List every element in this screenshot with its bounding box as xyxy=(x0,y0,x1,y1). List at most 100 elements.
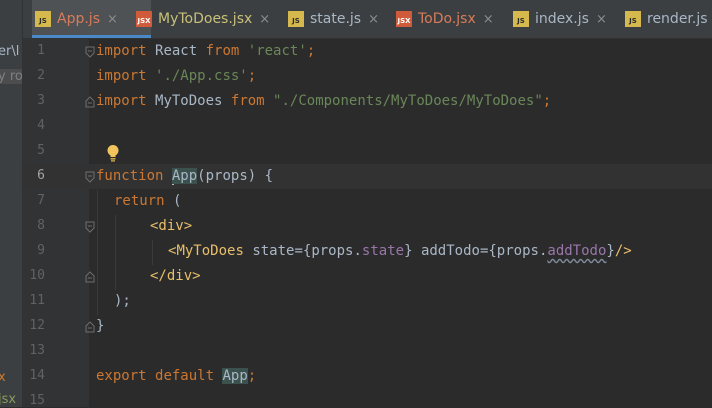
code-text: ={props. xyxy=(294,243,362,259)
fold-icon[interactable] xyxy=(85,171,95,183)
tab-label: render.js xyxy=(647,11,708,27)
indent-guide xyxy=(152,240,153,265)
identifier: MyToDoes xyxy=(155,93,223,109)
project-tree-fragment[interactable]: x xyxy=(0,370,6,385)
line-number: 9 xyxy=(37,243,45,258)
line-number: 14 xyxy=(29,368,45,383)
jsx-tag: </div> xyxy=(150,268,201,284)
close-icon[interactable]: × xyxy=(368,12,379,27)
string-literal: './App.css' xyxy=(155,68,248,84)
line-number: 8 xyxy=(37,218,45,233)
line-number: 1 xyxy=(37,43,45,58)
fold-icon[interactable] xyxy=(85,46,95,58)
line-number: 3 xyxy=(37,93,45,108)
tab-index-js[interactable]: JS index.js × xyxy=(513,0,618,38)
punctuation: ; xyxy=(247,368,257,384)
punctuation: ; xyxy=(542,93,552,109)
punctuation: ; xyxy=(247,68,257,84)
punctuation: ; xyxy=(306,43,316,59)
tab-label: MyToDoes.jsx xyxy=(158,11,253,27)
project-tree-fragment[interactable]: jsx xyxy=(0,392,16,407)
code-text: ={props. xyxy=(479,243,548,259)
tab-label: ToDo.jsx xyxy=(418,11,476,27)
jsx-tag: <div> xyxy=(150,218,193,234)
code-line-1[interactable]: import React from 'react'; xyxy=(96,39,315,64)
code-text: } xyxy=(404,243,413,259)
jsx-file-icon: JSX xyxy=(396,11,412,27)
code-line-10[interactable]: </div> xyxy=(150,264,201,289)
code-text: } xyxy=(606,243,615,259)
identifier-highlighted: App xyxy=(171,168,198,184)
close-icon[interactable]: × xyxy=(259,12,270,27)
identifier-highlighted: App xyxy=(222,368,248,384)
keyword: default xyxy=(155,368,215,384)
keyword: function xyxy=(96,168,164,184)
code-line-7[interactable]: return ( xyxy=(114,189,181,214)
code-line-3[interactable]: import MyToDoes from "./Components/MyToD… xyxy=(96,89,551,114)
indent-guide xyxy=(115,215,116,290)
editor-tab-bar: JS App.js × JSX MyToDoes.jsx × JS state.… xyxy=(23,0,712,39)
code-text: ( xyxy=(173,193,182,209)
code-line-11[interactable]: ); xyxy=(114,289,131,314)
string-literal: "./Components/MyToDoes/MyToDoes" xyxy=(273,93,543,109)
indent-guide xyxy=(97,190,98,315)
line-number: 2 xyxy=(37,68,45,83)
close-icon[interactable]: × xyxy=(596,12,607,27)
tab-state-js[interactable]: JS state.js × xyxy=(288,0,393,38)
fold-icon[interactable] xyxy=(85,321,95,333)
identifier: React xyxy=(155,43,198,59)
project-tree-fragment[interactable]: er\l xyxy=(0,44,19,59)
keyword: import xyxy=(96,68,147,84)
jsx-attribute: addTodo xyxy=(420,243,480,259)
line-number: 4 xyxy=(37,118,45,133)
close-icon[interactable]: × xyxy=(107,12,118,27)
jsx-tag: /> xyxy=(614,243,632,259)
jsx-tag: MyToDoes xyxy=(176,243,244,259)
code-line-8[interactable]: <div> xyxy=(150,214,192,239)
keyword: from xyxy=(230,93,265,109)
tab-mytodoes-jsx[interactable]: JSX MyToDoes.jsx × xyxy=(136,0,296,38)
fold-icon[interactable] xyxy=(85,271,95,283)
jsx-file-icon: JSX xyxy=(136,11,152,27)
tab-todo-jsx[interactable]: JSX ToDo.jsx × xyxy=(396,0,511,38)
fold-icon[interactable] xyxy=(85,221,95,233)
tab-render-js[interactable]: JS render.js xyxy=(625,0,712,38)
property-warning: addTodo xyxy=(547,243,607,259)
code-text: } xyxy=(96,318,105,334)
line-number: 10 xyxy=(29,268,45,283)
js-file-icon: JS xyxy=(35,11,51,27)
keyword: import xyxy=(96,43,147,59)
tab-label: App.js xyxy=(57,11,100,27)
tab-app-js[interactable]: JS App.js × xyxy=(32,0,151,38)
js-file-icon: JS xyxy=(625,11,641,27)
fold-icon[interactable] xyxy=(85,96,95,108)
keyword: from xyxy=(205,43,240,59)
intention-bulb-icon[interactable] xyxy=(106,144,120,162)
line-number-current: 6 xyxy=(37,168,45,183)
line-number: 13 xyxy=(29,343,45,358)
code-line-6[interactable]: function App(props) { xyxy=(96,164,273,189)
close-icon[interactable]: × xyxy=(483,12,494,27)
tab-label: index.js xyxy=(535,11,589,27)
string-literal: 'react' xyxy=(247,43,307,59)
line-number: 7 xyxy=(37,193,45,208)
line-number: 11 xyxy=(29,293,45,308)
line-number: 12 xyxy=(29,318,45,333)
keyword: export xyxy=(96,368,147,384)
property: state xyxy=(361,243,405,259)
keyword: import xyxy=(96,93,147,109)
jsx-attribute: state xyxy=(252,243,295,259)
code-line-12[interactable]: } xyxy=(96,314,104,339)
line-number: 15 xyxy=(29,393,45,408)
line-number: 5 xyxy=(37,143,45,158)
project-tree-fragment[interactable]: y ro xyxy=(0,69,22,84)
project-panel[interactable]: er\l y ro x jsx xyxy=(0,0,22,407)
js-file-icon: JS xyxy=(288,11,304,27)
code-text: ); xyxy=(114,293,131,309)
code-line-9[interactable]: <MyToDoes state={props.state} addTodo={p… xyxy=(168,239,632,264)
tab-label: state.js xyxy=(310,11,362,27)
code-line-2[interactable]: import './App.css'; xyxy=(96,64,256,89)
code-line-14[interactable]: export default App; xyxy=(96,364,256,389)
keyword: return xyxy=(114,193,165,209)
js-file-icon: JS xyxy=(513,11,529,27)
